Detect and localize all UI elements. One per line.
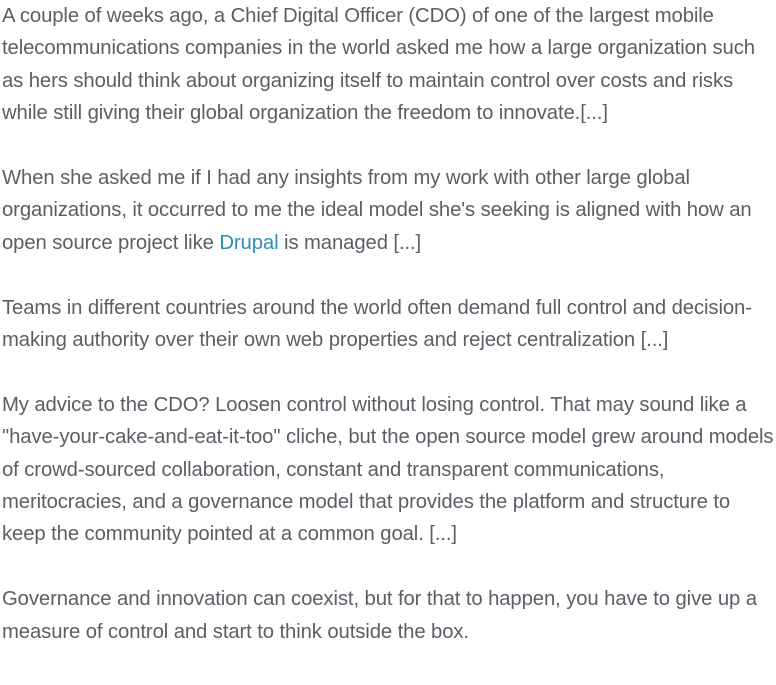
paragraph-4: My advice to the CDO? Loosen control wit… — [2, 393, 774, 546]
paragraph-1: A couple of weeks ago, a Chief Digital O… — [2, 5, 755, 125]
paragraph-2: When she asked me if I had any insights … — [2, 162, 776, 259]
drupal-link[interactable]: Drupal — [219, 232, 278, 254]
paragraph-5: Governance and innovation can coexist, b… — [2, 588, 757, 643]
paragraph-2-text-after: is managed [...] — [278, 231, 422, 254]
paragraph-3: Teams in different countries around the … — [2, 296, 752, 352]
article-body: A couple of weeks ago, a Chief Digital O… — [0, 0, 776, 648]
